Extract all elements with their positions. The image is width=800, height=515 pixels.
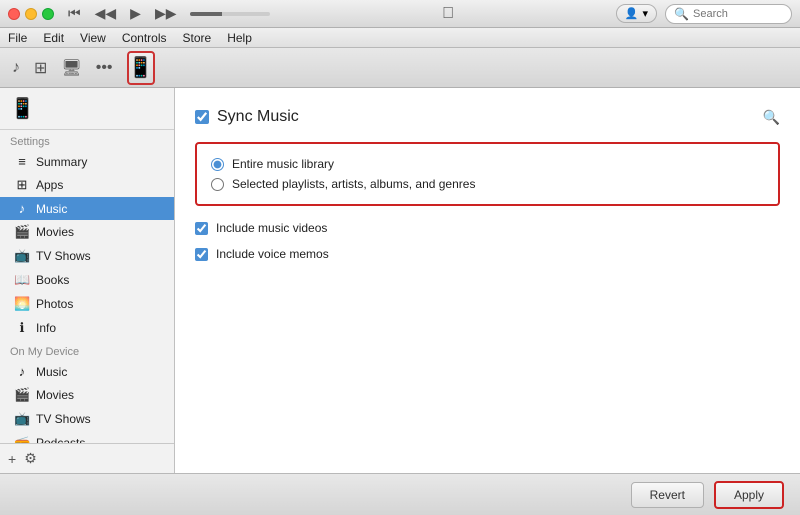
phone-icon: 📱	[128, 55, 153, 80]
sidebar-item-d-movies[interactable]: 🎬 Movies	[0, 383, 174, 407]
menu-edit[interactable]: Edit	[43, 31, 64, 45]
radio-selected-label: Selected playlists, artists, albums, and…	[232, 177, 475, 191]
toolbar-display-icon[interactable]: 🖥	[57, 54, 85, 82]
prev-button[interactable]: ⏮	[64, 3, 85, 24]
sidebar-item-tv-shows[interactable]: 📺 TV Shows	[0, 244, 174, 268]
sidebar-item-music[interactable]: ♪ Music	[0, 197, 174, 220]
minimize-button[interactable]	[25, 8, 37, 20]
d-podcasts-icon: 📻	[14, 435, 30, 443]
sidebar-item-label: Info	[36, 321, 56, 335]
sidebar-item-movies[interactable]: 🎬 Movies	[0, 220, 174, 244]
settings-cog-button[interactable]: ⚙	[24, 450, 37, 467]
sidebar-phone-icon: 📱	[10, 96, 35, 121]
revert-button[interactable]: Revert	[631, 482, 704, 508]
rewind-button[interactable]: ◀◀	[91, 3, 121, 24]
d-music-icon: ♪	[14, 364, 30, 379]
radio-selected[interactable]: Selected playlists, artists, albums, and…	[211, 174, 764, 194]
radio-entire-label: Entire music library	[232, 157, 334, 171]
include-videos-label: Include music videos	[216, 221, 327, 235]
account-icon: 👤	[625, 7, 639, 20]
volume-slider[interactable]	[190, 12, 270, 16]
sidebar-item-label: TV Shows	[36, 249, 91, 263]
sidebar-item-label: Summary	[36, 155, 87, 169]
search-icon: 🔍	[674, 7, 689, 21]
sidebar-item-label: Movies	[36, 225, 74, 239]
sync-music-checkbox[interactable]	[195, 110, 209, 124]
device-header: 📱	[0, 88, 174, 130]
sidebar-item-label: Music	[36, 365, 67, 379]
d-movies-icon: 🎬	[14, 387, 30, 403]
sync-music-title: Sync Music	[217, 108, 299, 126]
radio-entire-library[interactable]: Entire music library	[211, 154, 764, 174]
account-button[interactable]: 👤 ▾	[616, 4, 657, 23]
sidebar-item-info[interactable]: ℹ Info	[0, 316, 174, 340]
menu-file[interactable]: File	[8, 31, 27, 45]
radio-entire-input[interactable]	[211, 158, 224, 171]
sidebar-item-d-podcasts[interactable]: 📻 Podcasts	[0, 431, 174, 443]
toolbar-grid-icon[interactable]: ⊞	[30, 54, 51, 82]
title-bar: ⏮ ◀◀ ▶ ▶▶  👤 ▾ 🔍	[0, 0, 800, 28]
include-videos-checkbox[interactable]	[195, 222, 208, 235]
sidebar-item-label: Apps	[36, 178, 63, 192]
include-memos-option[interactable]: Include voice memos	[195, 244, 780, 264]
sidebar-item-photos[interactable]: 🌅 Photos	[0, 292, 174, 316]
menu-store[interactable]: Store	[183, 31, 212, 45]
sidebar-item-d-music[interactable]: ♪ Music	[0, 360, 174, 383]
account-chevron: ▾	[643, 7, 649, 20]
add-button[interactable]: +	[8, 451, 16, 467]
content-search-icon[interactable]: 🔍	[763, 109, 780, 126]
on-my-device-label: On My Device	[0, 340, 174, 360]
forward-button[interactable]: ▶▶	[151, 3, 181, 24]
tv-icon: 📺	[14, 248, 30, 264]
photos-icon: 🌅	[14, 296, 30, 312]
menu-help[interactable]: Help	[227, 31, 252, 45]
sidebar-item-label: Podcasts	[36, 436, 85, 443]
summary-icon: ≡	[14, 154, 30, 169]
sidebar-item-label: TV Shows	[36, 412, 91, 426]
maximize-button[interactable]	[42, 8, 54, 20]
movies-icon: 🎬	[14, 224, 30, 240]
sidebar-item-books[interactable]: 📖 Books	[0, 268, 174, 292]
books-icon: 📖	[14, 272, 30, 288]
search-input[interactable]	[693, 8, 783, 20]
radio-selected-input[interactable]	[211, 178, 224, 191]
toolbar-more-icon[interactable]: •••	[92, 55, 117, 81]
music-icon: ♪	[14, 201, 30, 216]
sidebar-item-label: Music	[36, 202, 67, 216]
include-memos-checkbox[interactable]	[195, 248, 208, 261]
window-controls	[8, 8, 54, 20]
transport-controls: ⏮ ◀◀ ▶ ▶▶	[64, 3, 180, 24]
sync-options-box: Entire music library Selected playlists,…	[195, 142, 780, 206]
content-panel: Sync Music 🔍 Entire music library Select…	[175, 88, 800, 473]
sidebar-item-label: Movies	[36, 388, 74, 402]
apps-icon: ⊞	[14, 177, 30, 193]
toolbar: ♪ ⊞ 🖥 ••• 📱	[0, 48, 800, 88]
sidebar: 📱 Settings ≡ Summary ⊞ Apps ♪ Music 🎬 Mo…	[0, 88, 175, 473]
bottom-bar: Revert Apply	[0, 473, 800, 515]
sidebar-item-label: Photos	[36, 297, 73, 311]
device-button[interactable]: 📱	[127, 51, 155, 85]
info-icon: ℹ	[14, 320, 30, 336]
close-button[interactable]	[8, 8, 20, 20]
play-button[interactable]: ▶	[126, 3, 145, 24]
sidebar-scroll[interactable]: Settings ≡ Summary ⊞ Apps ♪ Music 🎬 Movi…	[0, 130, 174, 443]
include-memos-label: Include voice memos	[216, 247, 329, 261]
sidebar-item-summary[interactable]: ≡ Summary	[0, 150, 174, 173]
sidebar-item-label: Books	[36, 273, 69, 287]
apply-button[interactable]: Apply	[714, 481, 784, 509]
sync-header: Sync Music 🔍	[195, 108, 780, 126]
sidebar-item-apps[interactable]: ⊞ Apps	[0, 173, 174, 197]
d-tv-icon: 📺	[14, 411, 30, 427]
main-content: 📱 Settings ≡ Summary ⊞ Apps ♪ Music 🎬 Mo…	[0, 88, 800, 473]
menu-bar: File Edit View Controls Store Help	[0, 28, 800, 48]
settings-section-label: Settings	[0, 130, 174, 150]
menu-controls[interactable]: Controls	[122, 31, 167, 45]
apple-logo: 	[280, 5, 615, 23]
search-box[interactable]: 🔍	[665, 4, 792, 24]
sidebar-footer: + ⚙	[0, 443, 174, 473]
include-videos-option[interactable]: Include music videos	[195, 218, 780, 238]
sidebar-item-d-tv-shows[interactable]: 📺 TV Shows	[0, 407, 174, 431]
menu-view[interactable]: View	[80, 31, 106, 45]
toolbar-music-icon[interactable]: ♪	[8, 55, 24, 81]
